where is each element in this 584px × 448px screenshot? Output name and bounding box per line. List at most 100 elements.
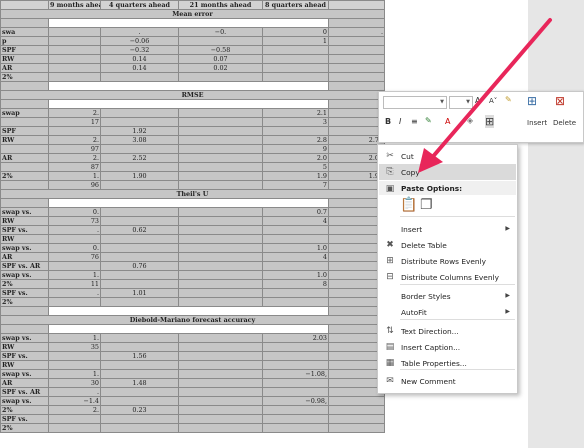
table-cell[interactable] <box>178 405 263 415</box>
table-cell[interactable] <box>100 270 179 280</box>
table-cell[interactable] <box>178 180 263 190</box>
table-cell[interactable] <box>178 225 263 235</box>
header-cell[interactable]: 8 quarters ahead <box>262 0 329 10</box>
row-label-cell[interactable]: swap <box>0 108 49 118</box>
table-cell[interactable]: 0.07 <box>178 54 263 64</box>
table-cell[interactable]: 2.0 <box>262 153 329 163</box>
table-cell[interactable] <box>262 234 329 244</box>
table-cell[interactable] <box>178 252 263 262</box>
table-cell[interactable] <box>328 126 385 136</box>
table-cell[interactable]: −1.08, <box>262 369 329 379</box>
table-cell[interactable] <box>328 72 385 82</box>
insert-table-icon[interactable]: ⊞ <box>527 94 537 108</box>
table-cell[interactable]: . <box>48 288 101 298</box>
table-cell[interactable]: 0.7 <box>262 207 329 217</box>
bold-button[interactable]: B <box>385 117 391 126</box>
table-cell[interactable] <box>100 333 179 343</box>
row-label-cell[interactable]: swa <box>0 27 49 37</box>
table-cell[interactable]: −1.4 <box>48 396 101 406</box>
shrink-font-button[interactable]: A˅ <box>489 97 497 105</box>
menu-item-distribute-columns-evenly[interactable]: ⊟ Distribute Columns Evenly <box>379 269 516 285</box>
section-title[interactable]: RMSE <box>0 90 385 100</box>
row-label-cell[interactable]: RW <box>0 54 49 64</box>
table-cell[interactable] <box>262 126 329 136</box>
row-label-cell[interactable]: SPF vs. AR <box>0 387 49 397</box>
delete-table-toolbar-icon[interactable]: ⊠ <box>555 94 565 108</box>
table-cell[interactable] <box>328 99 385 109</box>
table-cell[interactable] <box>178 144 263 154</box>
menu-item-cut[interactable]: ✂ Cut <box>379 148 516 164</box>
table-cell[interactable] <box>328 36 385 46</box>
table-cell[interactable] <box>328 45 385 55</box>
table-cell[interactable]: −0. <box>178 27 263 37</box>
row-label-cell[interactable]: swap vs. <box>0 270 49 280</box>
table-cell[interactable]: 0. <box>48 243 101 253</box>
table-cell[interactable] <box>48 99 329 109</box>
table-cell[interactable] <box>262 423 329 433</box>
table-cell[interactable] <box>262 405 329 415</box>
highlight-icon[interactable]: ✎ <box>425 116 432 125</box>
table-cell[interactable]: 0.02 <box>178 63 263 73</box>
table-cell[interactable] <box>0 306 49 316</box>
table-cell[interactable] <box>178 369 263 379</box>
table-cell[interactable]: 9 <box>262 144 329 154</box>
section-title[interactable]: Theil's U <box>0 189 385 199</box>
table-cell[interactable] <box>178 333 263 343</box>
menu-item-border-styles[interactable]: Border Styles ▶ <box>379 288 516 304</box>
table-cell[interactable] <box>100 144 179 154</box>
row-label-cell[interactable]: AR <box>0 378 49 388</box>
table-cell[interactable] <box>0 81 49 91</box>
table-cell[interactable] <box>100 360 179 370</box>
table-cell[interactable] <box>48 27 101 37</box>
row-label-cell[interactable]: SPF vs. <box>0 351 49 361</box>
table-cell[interactable] <box>48 423 101 433</box>
header-cell[interactable] <box>328 0 385 10</box>
table-cell[interactable] <box>48 234 101 244</box>
table-cell[interactable]: 3.08 <box>100 135 179 145</box>
table-cell[interactable] <box>100 108 179 118</box>
table-cell[interactable]: 3 <box>262 117 329 127</box>
row-label-cell[interactable]: 2% <box>0 72 49 82</box>
table-cell[interactable]: 0 <box>262 27 329 37</box>
table-cell[interactable] <box>178 261 263 271</box>
row-label-cell[interactable]: AR <box>0 252 49 262</box>
row-label-cell[interactable]: SPF vs. <box>0 288 49 298</box>
table-cell[interactable]: −0.32 <box>100 45 179 55</box>
table-cell[interactable]: 76 <box>48 252 101 262</box>
row-label-cell[interactable]: swap vs. <box>0 243 49 253</box>
table-cell[interactable]: 2.52 <box>100 153 179 163</box>
section-title[interactable]: Mean error <box>0 9 385 19</box>
table-cell[interactable] <box>328 405 385 415</box>
document-table[interactable]: 9 months ahead 4 quarters ahead 21 month… <box>0 0 385 433</box>
table-cell[interactable] <box>328 63 385 73</box>
table-cell[interactable] <box>100 117 179 127</box>
row-label-cell[interactable]: SPF vs. <box>0 225 49 235</box>
header-cell[interactable]: 21 months ahead <box>178 0 263 10</box>
table-cell[interactable] <box>100 234 179 244</box>
table-cell[interactable]: 2. <box>48 135 101 145</box>
table-cell[interactable] <box>48 45 101 55</box>
borders-icon[interactable]: ⊞ <box>485 115 495 128</box>
section-title[interactable]: Diebold-Mariano forecast accuracy <box>0 315 385 325</box>
table-cell[interactable] <box>178 423 263 433</box>
row-label-cell[interactable]: RW <box>0 135 49 145</box>
table-cell[interactable] <box>100 162 179 172</box>
table-cell[interactable]: 0.76 <box>100 261 179 271</box>
row-label-cell[interactable]: swap vs. <box>0 369 49 379</box>
table-cell[interactable] <box>0 18 49 28</box>
table-cell[interactable] <box>100 243 179 253</box>
font-size-box[interactable]: ▼ <box>449 96 473 109</box>
row-label-cell[interactable]: 2% <box>0 279 49 289</box>
table-cell[interactable] <box>48 126 101 136</box>
format-painter-icon[interactable]: ✎ <box>505 95 512 104</box>
table-cell[interactable] <box>100 369 179 379</box>
table-cell[interactable] <box>48 297 101 307</box>
table-cell[interactable]: . <box>48 225 101 235</box>
table-cell[interactable]: . <box>100 27 179 37</box>
table-cell[interactable] <box>262 261 329 271</box>
table-cell[interactable] <box>48 360 101 370</box>
table-cell[interactable] <box>178 36 263 46</box>
italic-button[interactable]: I <box>399 117 401 126</box>
table-cell[interactable] <box>178 153 263 163</box>
table-cell[interactable] <box>178 279 263 289</box>
